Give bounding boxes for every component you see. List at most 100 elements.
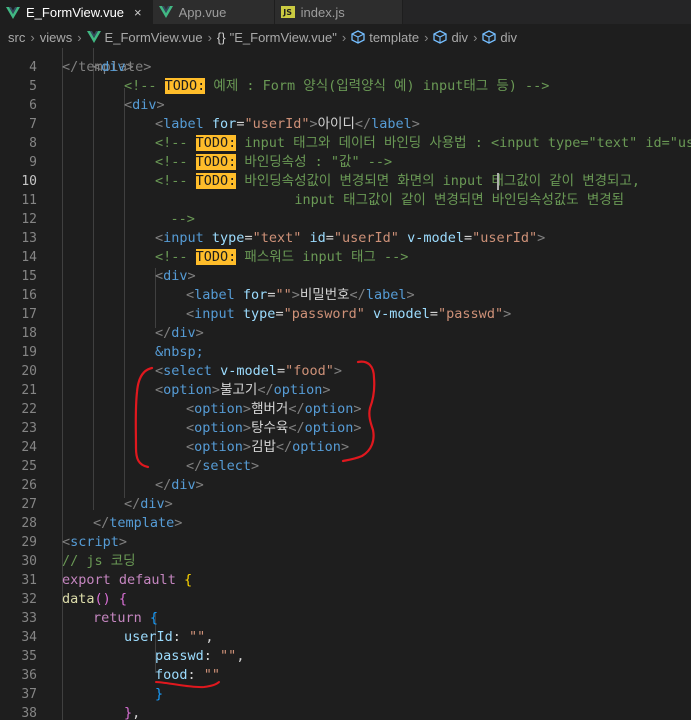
code-line: 35 passwd: "", bbox=[0, 647, 691, 666]
code-token: } bbox=[124, 705, 133, 720]
code-token: input 태그값이 같이 변경되면 바인딩속성값도 변경됨 bbox=[229, 192, 625, 208]
code-text: <option>햄버거</option> bbox=[186, 400, 362, 419]
code-text: <input type="text" id="userId" v-model="… bbox=[155, 229, 545, 248]
code-line: 15 <div> bbox=[0, 267, 691, 286]
code-line: 24 <option>김밥</option> bbox=[0, 438, 691, 457]
js-icon: JS bbox=[280, 6, 295, 18]
editor-tab-bar: E_FormView.vue × App.vue JS index.js bbox=[0, 0, 691, 24]
line-number: 22 bbox=[21, 402, 37, 417]
code-token: option bbox=[273, 382, 323, 398]
code-token: div bbox=[101, 59, 126, 75]
code-token: 바인딩속성 : "값" --> bbox=[236, 154, 393, 170]
code-line: 9 <!-- TODO: 바인딩속성 : "값" --> bbox=[0, 153, 691, 172]
code-token: input bbox=[194, 306, 235, 322]
code-line: 23 <option>탕수육</option> bbox=[0, 419, 691, 438]
tab-e-formview[interactable]: E_FormView.vue × bbox=[0, 0, 153, 24]
code-text: } bbox=[155, 685, 163, 704]
code-token: option bbox=[194, 420, 243, 436]
code-token: input 태그와 데이터 바인딩 사용법 : <input type="tex… bbox=[236, 135, 691, 151]
line-number: 36 bbox=[21, 668, 37, 683]
code-text: <label for="userId">아이디</label> bbox=[155, 115, 420, 134]
line-number: 38 bbox=[21, 706, 37, 720]
code-text: <select v-model="food"> bbox=[155, 362, 342, 381]
code-text: <div> bbox=[155, 267, 196, 286]
breadcrumb-file[interactable]: E_FormView.vue bbox=[105, 30, 203, 45]
code-token: </ bbox=[124, 496, 141, 512]
code-line: 18 </div> bbox=[0, 324, 691, 343]
tab-app-vue[interactable]: App.vue bbox=[152, 0, 275, 24]
line-number: 11 bbox=[21, 193, 37, 208]
line-number: 29 bbox=[21, 535, 37, 550]
code-token: > bbox=[164, 496, 173, 512]
code-token: { bbox=[183, 572, 193, 588]
code-token: < bbox=[62, 534, 71, 550]
breadcrumb-div[interactable]: div bbox=[500, 30, 517, 45]
line-number: 12 bbox=[21, 212, 37, 227]
code-token: 패스워드 input 태그 --> bbox=[236, 249, 409, 265]
tab-label: index.js bbox=[300, 4, 345, 20]
code-token: > bbox=[118, 534, 128, 550]
code-text: <div> bbox=[124, 96, 165, 115]
code-token: return bbox=[93, 610, 142, 626]
breadcrumb-template[interactable]: template bbox=[369, 30, 419, 45]
code-line: 11 input 태그값이 같이 변경되면 바인딩속성값도 변경됨 bbox=[0, 191, 691, 210]
code-line: 22 <option>햄버거</option> bbox=[0, 400, 691, 419]
code-token: <!-- bbox=[155, 249, 196, 265]
code-token: > bbox=[537, 230, 546, 246]
code-line-partial: </template> bbox=[0, 48, 691, 75]
text-cursor bbox=[497, 173, 499, 190]
code-token: > bbox=[309, 116, 318, 132]
code-token: > bbox=[195, 477, 204, 493]
code-token: < bbox=[186, 287, 195, 303]
code-token: </ bbox=[349, 287, 366, 303]
breadcrumb-views[interactable]: views bbox=[40, 30, 73, 45]
code-token: "userId" bbox=[472, 230, 538, 246]
code-line: 28 </template> bbox=[0, 514, 691, 533]
code-editor[interactable]: </template> 4 <div> 5 <!-- TODO: 예제 : Form … bbox=[0, 48, 691, 720]
code-token: > bbox=[195, 325, 204, 341]
code-token: v-model bbox=[220, 363, 277, 379]
code-token: < bbox=[186, 306, 195, 322]
code-text: </select> bbox=[186, 457, 259, 476]
line-number: 19 bbox=[21, 345, 37, 360]
code-line: 14 <!-- TODO: 패스워드 input 태그 --> bbox=[0, 248, 691, 267]
tab-label: E_FormView.vue bbox=[26, 5, 125, 20]
code-token: </ bbox=[288, 401, 305, 417]
line-number: 9 bbox=[29, 155, 37, 170]
code-token: food bbox=[155, 667, 188, 683]
code-line: 20 <select v-model="food"> bbox=[0, 362, 691, 381]
tab-index-js[interactable]: JS index.js bbox=[274, 0, 403, 24]
code-line: 5 <!-- TODO: 예제 : Form 양식(입력양식 예) input태그… bbox=[0, 77, 691, 96]
code-token: for bbox=[242, 287, 268, 303]
code-token: label bbox=[371, 116, 412, 132]
line-number: 25 bbox=[21, 459, 37, 474]
code-token: default bbox=[118, 572, 176, 588]
code-token: > bbox=[125, 59, 134, 75]
code-token: = bbox=[429, 306, 439, 322]
todo-highlight: TODO: bbox=[195, 135, 237, 151]
code-text: passwd: "", bbox=[155, 647, 244, 666]
vue-icon bbox=[86, 31, 101, 43]
code-token: > bbox=[503, 306, 512, 322]
code-line: 13 <input type="text" id="userId" v-model… bbox=[0, 229, 691, 248]
code-token: > bbox=[291, 287, 300, 303]
code-token: label bbox=[194, 287, 235, 303]
code-token: { bbox=[118, 591, 128, 607]
breadcrumb-component[interactable]: "E_FormView.vue" bbox=[230, 30, 337, 45]
code-token: < bbox=[155, 363, 164, 379]
code-token: <!-- bbox=[155, 173, 196, 189]
close-icon[interactable]: × bbox=[134, 5, 142, 20]
line-number: 34 bbox=[21, 630, 37, 645]
line-number: 8 bbox=[29, 136, 37, 151]
line-number: 24 bbox=[21, 440, 37, 455]
code-token: </ bbox=[354, 116, 372, 132]
breadcrumb-src[interactable]: src bbox=[8, 30, 25, 45]
code-text: <!-- TODO: 바인딩속성값이 변경되면 화면의 input 태그값이 같… bbox=[155, 172, 640, 191]
breadcrumb-div[interactable]: div bbox=[451, 30, 468, 45]
code-token: > bbox=[353, 401, 362, 417]
code-text: </template> bbox=[93, 514, 182, 533]
code-line: 19 &nbsp; bbox=[0, 343, 691, 362]
